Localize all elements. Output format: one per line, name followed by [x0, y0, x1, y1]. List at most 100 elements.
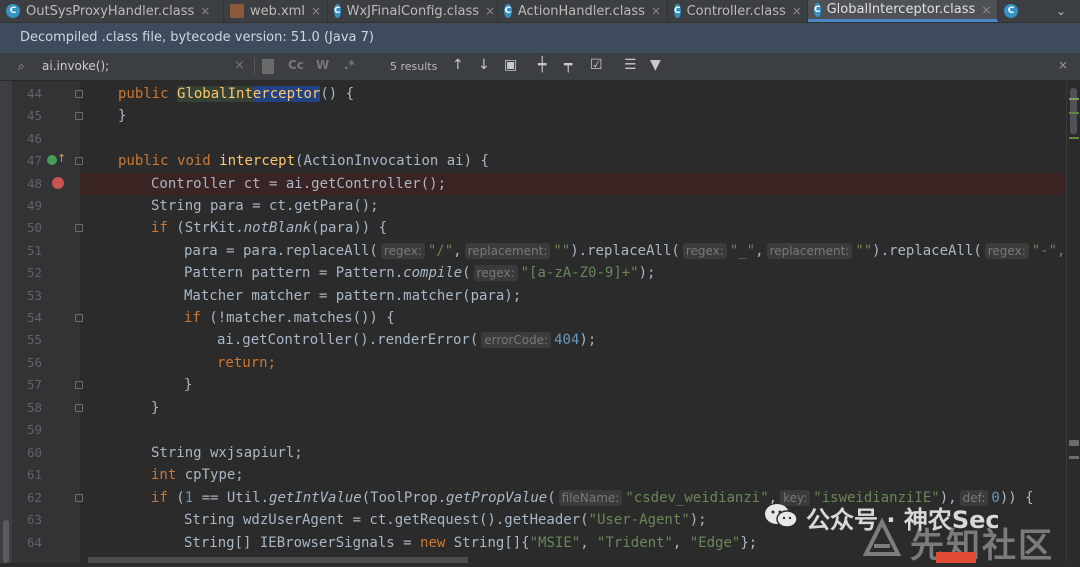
close-icon[interactable]: ×	[200, 4, 210, 18]
number-literal: 1	[184, 490, 194, 506]
code-editor[interactable]: public GlobalInterceptor() { } public vo…	[80, 81, 1066, 563]
select-all-occurrences-icon[interactable]: ☑	[590, 57, 603, 73]
watermark-red-mark	[936, 552, 976, 563]
code-text: String para = ct.getPara();	[151, 198, 379, 214]
search-icon[interactable]: ⌕	[18, 59, 25, 74]
tab-controller[interactable]: C Controller.class ×	[668, 0, 808, 22]
code-text: );	[689, 512, 707, 528]
close-icon[interactable]: ×	[485, 4, 495, 18]
class-icon: C	[674, 4, 681, 18]
keyword: public	[118, 153, 169, 169]
code-text: String wxjsapiurl;	[151, 445, 303, 461]
add-occurrence-icon[interactable]: ┿	[538, 57, 546, 73]
open-in-window-icon[interactable]: ▣	[504, 57, 517, 73]
string-literal: "Trident"	[597, 535, 673, 551]
string-literal: ""	[553, 243, 571, 259]
code-line: return;	[80, 352, 1066, 374]
code-text: Controller ct = ai.getController();	[151, 176, 447, 192]
param-hint: regex:	[473, 265, 518, 281]
line-number: 46	[26, 131, 42, 146]
class-icon: C	[1004, 4, 1018, 18]
results-count: 5 results	[390, 60, 438, 73]
string-literal: "-",	[1031, 243, 1066, 259]
keyword: public	[118, 86, 169, 102]
string-literal: "MSIE"	[529, 535, 581, 551]
line-number: 51	[26, 243, 42, 258]
left-scrollbar[interactable]	[3, 520, 9, 563]
funnel-icon[interactable]: ▼	[650, 57, 661, 73]
breakpoint-icon[interactable]	[52, 177, 64, 189]
xianzhi-logo-icon	[862, 517, 902, 556]
decompiled-notice: Decompiled .class file, bytecode version…	[0, 23, 1080, 53]
line-number: 54	[26, 310, 42, 325]
line-number: 45	[26, 108, 42, 123]
tab-globalinterceptor[interactable]: C GlobalInterceptor.class ×	[808, 0, 998, 22]
close-icon[interactable]: ×	[981, 3, 991, 17]
line-number: 60	[26, 445, 42, 460]
search-match-marker[interactable]	[1069, 98, 1079, 100]
horizontal-scrollbar[interactable]	[88, 557, 468, 563]
string-literal: "csdev_weidianzi"	[625, 490, 769, 506]
search-input[interactable]: ai.invoke();	[42, 59, 109, 73]
tab-label: WxJFinalConfig.class	[346, 3, 480, 19]
search-match-marker[interactable]	[1069, 137, 1079, 139]
regex-toggle[interactable]: .*	[344, 58, 355, 72]
tool-window-strip	[0, 81, 12, 563]
clear-icon[interactable]: ×	[234, 58, 245, 73]
match-case-toggle[interactable]: Cc	[288, 58, 304, 72]
line-number: 58	[26, 400, 42, 415]
code-text: (	[462, 265, 471, 281]
vertical-scrollbar-thumb[interactable]	[1070, 88, 1077, 134]
code-line: }	[80, 374, 1066, 396]
diff-marker[interactable]	[1069, 440, 1079, 446]
close-icon[interactable]: ×	[311, 4, 321, 18]
code-text: ,	[755, 243, 764, 259]
override-marker-icon[interactable]	[47, 155, 57, 165]
arrow-up-icon[interactable]: ↑	[452, 57, 464, 73]
arrow-down-icon[interactable]: ↓	[478, 57, 490, 73]
filter-results-icon[interactable]: ☰	[624, 57, 637, 73]
code-text: (	[167, 490, 185, 506]
code-line: Pattern pattern = Pattern.compile(regex:…	[80, 262, 1066, 284]
string-literal: "/"	[427, 243, 454, 259]
whole-words-toggle[interactable]: W	[316, 58, 329, 72]
tab-outsysproxyhandler[interactable]: C OutSysProxyHandler.class ×	[0, 0, 224, 22]
code-text: }	[151, 400, 160, 416]
new-line-icon[interactable]	[262, 59, 274, 74]
close-icon[interactable]: ×	[1058, 58, 1068, 72]
error-stripe[interactable]	[1066, 81, 1080, 563]
implements-arrow-icon[interactable]: ↑	[57, 152, 66, 165]
code-text: (ActionInvocation ai) {	[295, 153, 489, 169]
code-text: ,	[672, 535, 690, 551]
code-text: String[] IEBrowserSignals =	[184, 535, 421, 551]
watermark-site: 先知社区	[910, 526, 1054, 566]
tab-label: GlobalInterceptor.class	[826, 2, 976, 17]
watermark: 公众号 · 神农Sec 先知社区	[760, 496, 1080, 566]
code-text: ,	[453, 243, 462, 259]
diff-marker[interactable]	[1069, 456, 1079, 459]
tab-list-chevron-icon[interactable]: ⌄	[1042, 0, 1080, 22]
line-number: 48	[26, 176, 42, 191]
line-number: 47	[26, 153, 42, 168]
tab-overflow[interactable]: C	[998, 0, 1028, 22]
string-literal: ""	[855, 243, 873, 259]
code-text: }	[184, 377, 193, 393]
string-literal: "User-Agent"	[588, 512, 690, 528]
tab-actionhandler[interactable]: C ActionHandler.class ×	[498, 0, 668, 22]
line-number: 61	[26, 467, 42, 482]
tab-wxjfinalconfig[interactable]: C WxJFinalConfig.class ×	[328, 0, 498, 22]
line-number: 55	[26, 332, 42, 347]
code-line: }	[80, 105, 1066, 127]
line-number: 59	[26, 422, 42, 437]
remove-occurrence-icon[interactable]: ┯	[564, 57, 572, 73]
close-icon[interactable]: ×	[651, 4, 661, 18]
code-line: if (!matcher.matches()) {	[80, 307, 1066, 329]
code-text: (ToolProp.	[361, 490, 447, 506]
close-icon[interactable]: ×	[792, 4, 802, 18]
tab-label: web.xml	[249, 3, 305, 19]
code-text: ,	[580, 535, 598, 551]
search-match-marker[interactable]	[1069, 112, 1079, 114]
param-hint: replacement:	[766, 243, 853, 259]
tab-web-xml[interactable]: web.xml ×	[224, 0, 328, 22]
code-text: );	[638, 265, 656, 281]
